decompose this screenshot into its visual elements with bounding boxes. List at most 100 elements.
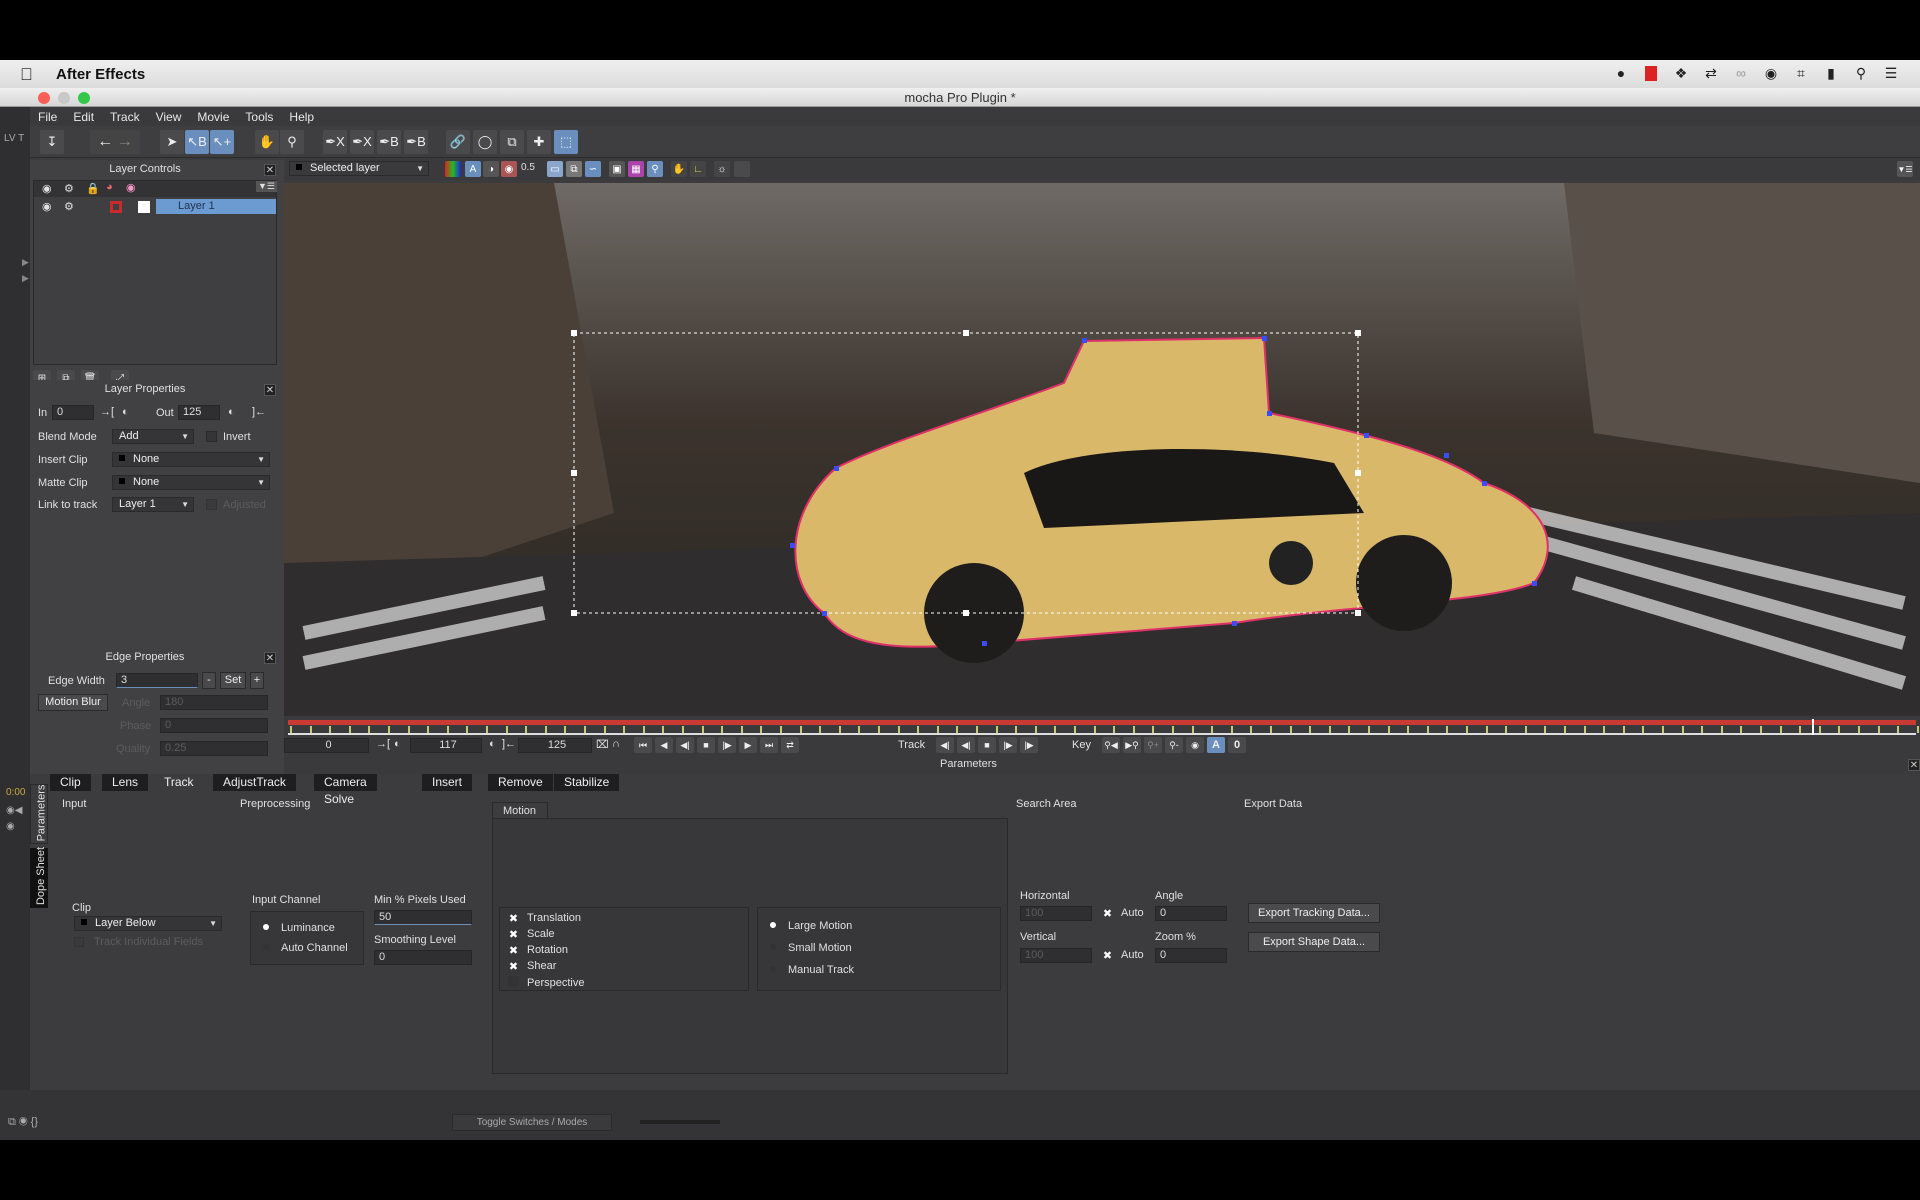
expand-arrow-icon[interactable]: ▶ [22,273,29,284]
auto-channel-radio[interactable]: Auto Channel [263,942,348,954]
delete-key-icon[interactable]: ⚲- [1165,737,1183,753]
add-point-icon[interactable]: ↖+ [210,130,234,154]
go-in-icon[interactable]: ◐ [394,738,401,750]
motion-mode-small-motion[interactable]: Small Motion [770,942,852,954]
blank-icon[interactable] [734,161,750,177]
insert-clip-dropdown[interactable]: None ▼ [112,452,270,467]
edge-width-plus-button[interactable]: + [250,672,264,689]
autokey-icon[interactable]: A [1207,737,1225,753]
link-icon[interactable]: 🔗 [446,130,470,154]
track-backward-icon[interactable]: ◀| [936,737,954,753]
invert-checkbox[interactable] [206,431,217,442]
color-wheel-icon[interactable]: ◕ [106,181,113,193]
record-icon[interactable] [1642,64,1660,82]
tab-adjusttrack[interactable]: AdjustTrack [213,774,296,791]
last-frame-icon[interactable]: ⏭ [760,737,778,753]
next-key-icon[interactable]: ▶⚲ [1123,737,1141,753]
visibility-icon[interactable]: ◉ [42,200,52,213]
add-key-icon[interactable]: ⚲+ [1144,737,1162,753]
minimize-button[interactable] [58,92,70,104]
first-frame-icon[interactable]: ⏮ [634,737,652,753]
gear-icon[interactable]: ⚙ [64,200,74,213]
export-shape-button[interactable]: Export Shape Data... [1248,932,1380,952]
select-b-icon[interactable]: ↖B [185,130,209,154]
panel-menu-icon[interactable]: ▼☰ [256,181,277,192]
hand-icon[interactable]: ✋ [255,130,279,154]
zoom-icon[interactable]: ⚲ [280,130,304,154]
close-icon[interactable]: ✕ [1908,759,1920,771]
tab-lens[interactable]: Lens [102,774,149,791]
link-to-track-dropdown[interactable]: Layer 1 ▼ [112,497,194,512]
motion-check-shear[interactable]: ✖ Shear [508,960,556,973]
tab-stabilize[interactable]: Stabilize [554,774,620,791]
menu-tools[interactable]: Tools [237,110,281,124]
list-icon[interactable]: ☰ [1882,64,1900,82]
motion-mode-manual-track[interactable]: Manual Track [770,964,854,976]
horizontal-auto-checkbox[interactable]: ✖ Auto [1102,907,1144,920]
menu-file[interactable]: File [30,110,65,124]
track-path-icon[interactable]: ∟ [690,161,706,177]
menu-movie[interactable]: Movie [189,110,237,124]
menu-edit[interactable]: Edit [65,110,102,124]
undo-icon[interactable]: ← [97,133,113,151]
step-forward-icon[interactable]: |▶ [718,737,736,753]
eye-audio-icon[interactable]: ◉◀ [6,805,22,816]
set-in-icon[interactable]: →[ [376,738,390,750]
bezier-add-icon[interactable]: ✒B [404,130,428,154]
end-frame-field[interactable]: 125 [518,738,592,753]
edge-width-set-button[interactable]: Set [220,672,246,689]
min-pixels-field[interactable]: 50 [374,910,472,925]
go-in-icon[interactable]: ◐ [122,406,129,418]
frame-ruler[interactable] [288,733,1916,735]
magnify-icon[interactable]: ⚲ [647,161,663,177]
track-step-forward-icon[interactable]: |▶ [999,737,1017,753]
tab-clip[interactable]: Clip [50,774,91,791]
menu-view[interactable]: View [148,110,190,124]
smoothing-field[interactable]: 0 [374,950,472,965]
pick-icon[interactable]: ➤ [160,130,184,154]
track-step-back-icon[interactable]: ◀| [957,737,975,753]
motion-mode-large-motion[interactable]: Large Motion [770,920,852,932]
close-icon[interactable]: ✕ [264,652,276,664]
panel-menu-icon[interactable]: ▼☰ [1897,161,1913,177]
fit-timeline-icon[interactable]: ∩ [612,738,620,750]
layer-color-swatch[interactable] [110,201,122,213]
lasso-icon[interactable]: ◯ [473,130,497,154]
motion-tab[interactable]: Motion [492,802,548,819]
key-zero-icon[interactable]: 0 [1228,737,1246,753]
viewer-canvas[interactable] [284,183,1920,716]
opacity-value[interactable]: 0.5 [521,162,535,173]
alpha-icon[interactable]: A [465,161,481,177]
transform-icon[interactable]: ⧉ [500,130,524,154]
layer-matte-swatch[interactable] [138,201,150,213]
play-forward-icon[interactable]: ▶ [739,737,757,753]
go-out-icon[interactable]: ◐ [489,738,496,750]
clip-dropdown[interactable]: Layer Below ▼ [74,916,222,931]
close-icon[interactable]: ✕ [264,164,276,176]
track-stop-icon[interactable]: ■ [978,737,996,753]
current-frame-field[interactable]: 117 [410,738,482,753]
spotlight-icon[interactable]: ⚲ [1852,64,1870,82]
menu-help[interactable]: Help [281,110,322,124]
vertical-auto-checkbox[interactable]: ✖ Auto [1102,949,1144,962]
layers-icon[interactable]: ⧉ [566,161,582,177]
edge-width-field[interactable]: 3 [116,673,198,688]
grid-icon[interactable]: ▦ [628,161,644,177]
bezier-icon[interactable]: ✒B [377,130,401,154]
sync-icon[interactable]: ⇄ [1702,64,1720,82]
layer-row[interactable]: ◉ ⚙ Layer 1 [34,199,276,215]
rgb-channels-icon[interactable] [445,161,461,177]
tab-camera-solve[interactable]: Camera Solve [314,774,377,806]
spline-icon[interactable]: ∽ [585,161,601,177]
export-tracking-button[interactable]: Export Tracking Data... [1248,903,1380,923]
prev-key-icon[interactable]: ⚲◀ [1102,737,1120,753]
matte-clip-dropdown[interactable]: None ▼ [112,475,270,490]
close-icon[interactable]: ✕ [264,384,276,396]
zoom-slider[interactable] [640,1120,720,1124]
move-icon[interactable]: ✚ [527,130,551,154]
eye-icon[interactable]: ◉ [6,821,15,832]
motion-check-perspective[interactable]: Perspective [508,976,584,989]
notification-icon[interactable]: ● [1612,64,1630,82]
playhead[interactable] [1811,719,1814,735]
brightness-icon[interactable]: ☼ [714,161,730,177]
